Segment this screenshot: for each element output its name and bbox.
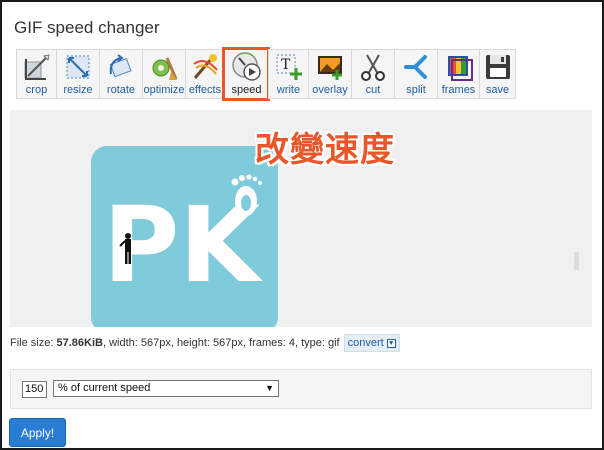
tool-label: save (485, 84, 510, 96)
tool-rotate-button[interactable]: rotate (99, 49, 142, 99)
tool-crop-button[interactable]: crop (16, 49, 56, 99)
convert-link[interactable]: convert ▼ (343, 334, 400, 352)
file-info-line: File size: 57.86KiB , width: 567px, heig… (10, 334, 400, 352)
tool-label: effects (188, 84, 222, 96)
save-icon (481, 50, 515, 83)
tool-label: frames (441, 84, 476, 96)
gif-preview-image: PK (91, 146, 278, 327)
page-title: GIF speed changer (14, 18, 160, 37)
tool-write-button[interactable]: T write (268, 49, 308, 99)
tool-toolbar: crop resize rotate optimize effects spee… (16, 47, 516, 101)
speed-value-input[interactable]: 150 (22, 381, 47, 398)
resize-icon (61, 50, 95, 83)
write-icon: T (272, 50, 306, 83)
tool-frames-button[interactable]: frames (437, 49, 479, 99)
chevron-down-icon: ▼ (265, 383, 274, 393)
tool-label: rotate (106, 84, 136, 96)
tool-label: speed (231, 84, 262, 96)
tool-optimize-button[interactable]: optimize (142, 49, 185, 99)
tool-label: resize (63, 84, 93, 96)
tool-label: split (406, 84, 426, 96)
svg-text:T: T (281, 57, 291, 73)
file-info-prefix: File size: (10, 337, 57, 349)
speed-annotation-text: 改變速度 (255, 130, 395, 170)
optimize-icon (147, 50, 181, 83)
file-info-details: , width: 567px, height: 567px, frames: 4… (102, 337, 340, 349)
overlay-icon (313, 50, 347, 83)
tool-label: cut (365, 84, 381, 96)
tool-save-button[interactable]: save (479, 49, 516, 99)
cut-icon (356, 50, 390, 83)
tool-split-button[interactable]: split (394, 49, 437, 99)
scroll-indicator[interactable] (574, 252, 579, 270)
tool-label: crop (25, 84, 48, 96)
speed-icon (230, 50, 264, 83)
speed-options-panel: 150 % of current speed ▼ (10, 369, 592, 409)
gif-preview-area: PK 改變速度 (10, 110, 592, 327)
split-icon (399, 50, 433, 83)
pk-logo-graphic: PK (103, 174, 263, 306)
speed-unit-select[interactable]: % of current speed ▼ (53, 380, 279, 397)
apply-button[interactable]: Apply! (9, 418, 66, 447)
crop-icon (20, 50, 54, 83)
tool-label: write (276, 84, 301, 96)
tool-effects-button[interactable]: effects (185, 49, 224, 99)
tool-label: overlay (312, 84, 348, 96)
tool-resize-button[interactable]: resize (56, 49, 99, 99)
file-size-value: 57.86KiB (56, 337, 103, 349)
dropdown-arrow-icon: ▼ (386, 338, 396, 348)
convert-label: convert (347, 337, 384, 349)
tool-speed-button[interactable]: speed (222, 47, 270, 101)
rotate-icon (104, 50, 138, 83)
tool-cut-button[interactable]: cut (351, 49, 394, 99)
effects-icon (188, 50, 222, 83)
frames-icon (442, 50, 476, 83)
tool-overlay-button[interactable]: overlay (308, 49, 351, 99)
tool-label: optimize (143, 84, 185, 96)
speed-unit-selected: % of current speed (58, 382, 151, 394)
